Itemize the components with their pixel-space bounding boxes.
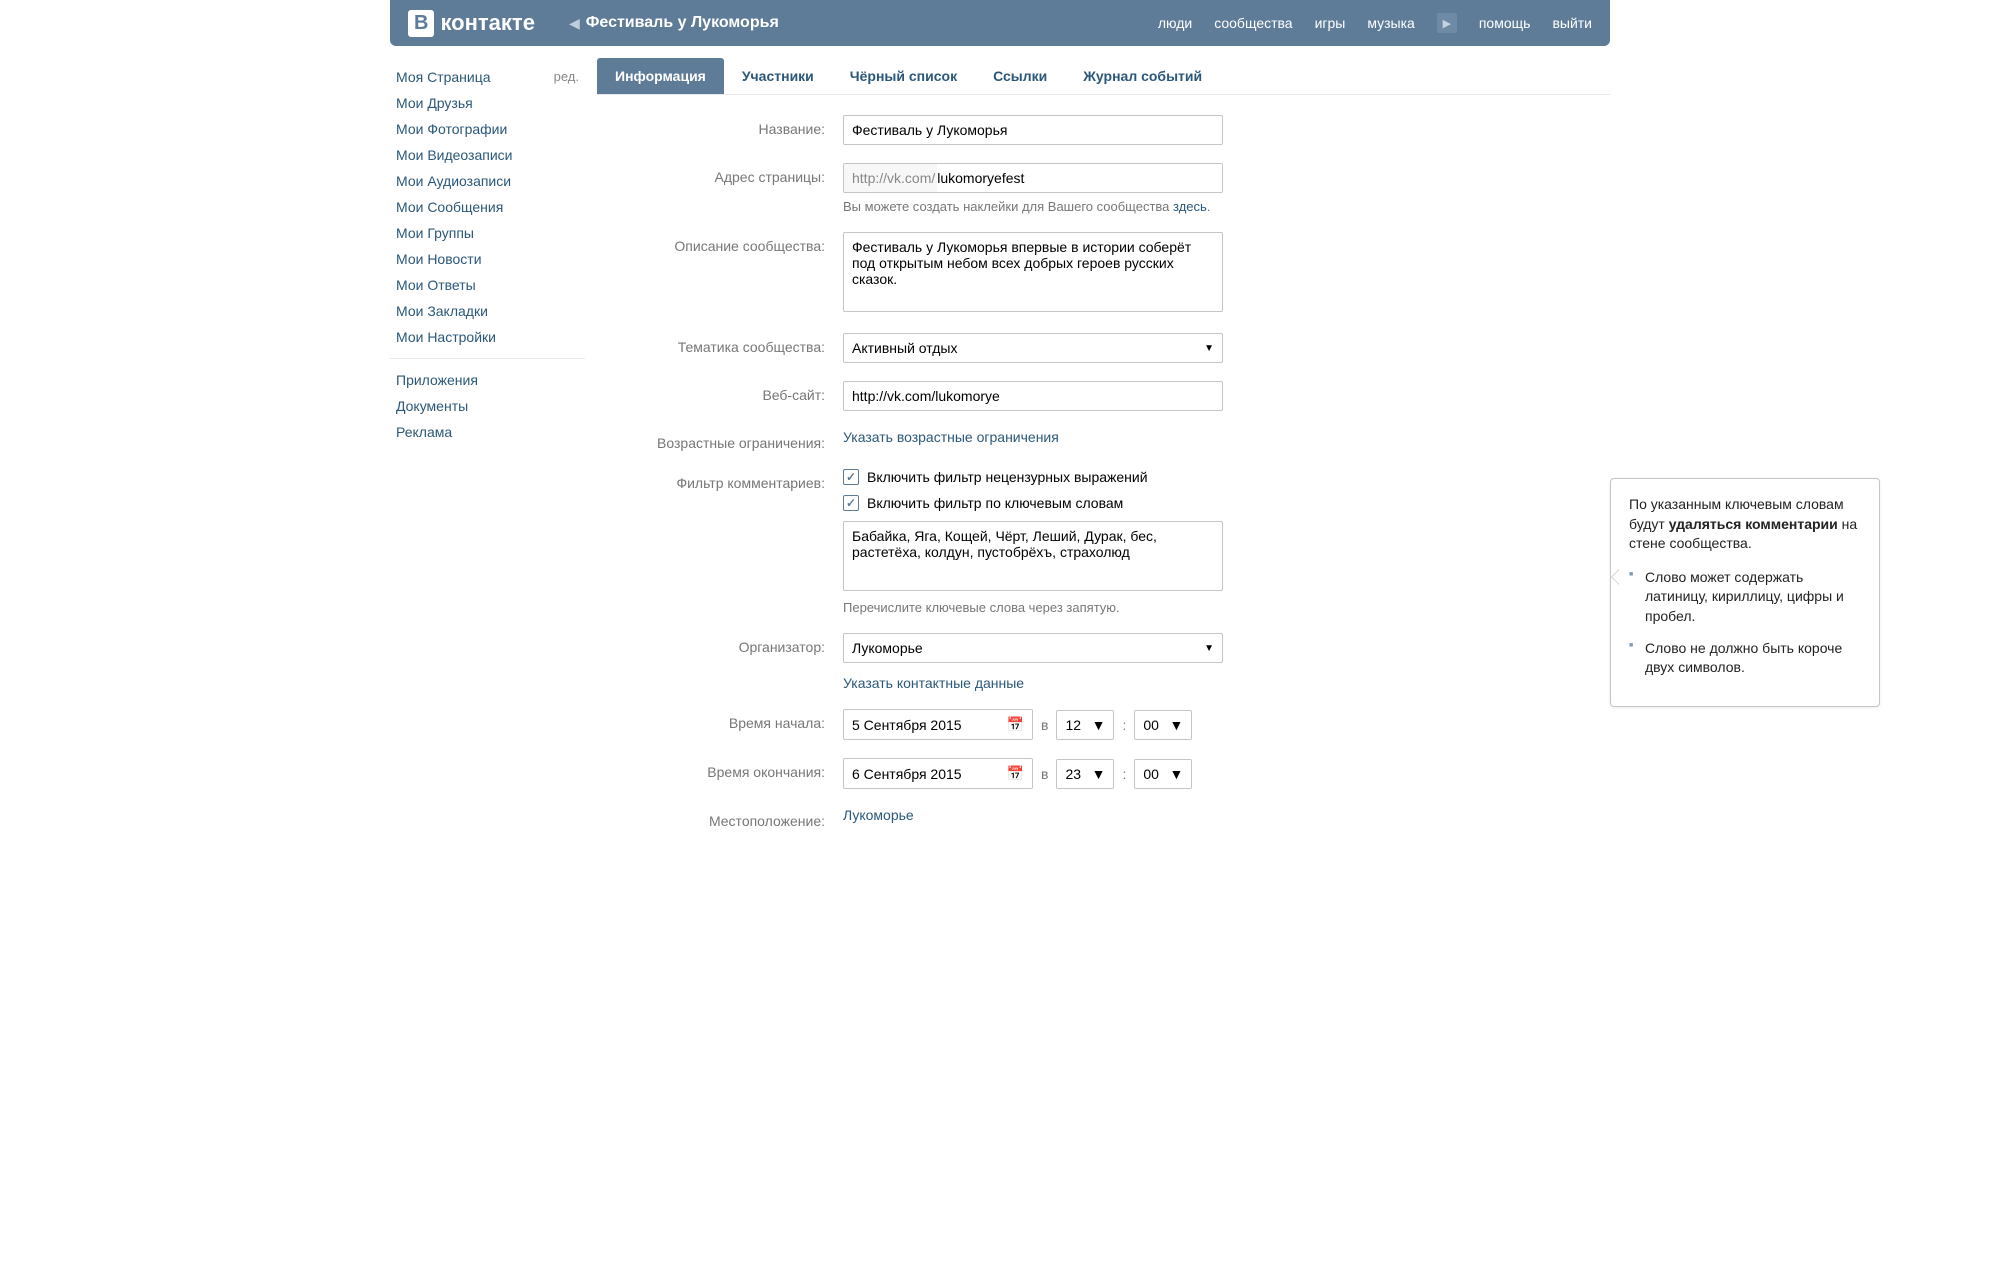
nav-games[interactable]: игры — [1315, 15, 1346, 31]
tab-blacklist[interactable]: Чёрный список — [832, 58, 975, 94]
stickers-link[interactable]: здесь — [1173, 199, 1207, 214]
tab-information[interactable]: Информация — [597, 58, 724, 94]
chevron-down-icon: ▼ — [1204, 643, 1214, 654]
sidebar-item-apps[interactable]: Приложения — [390, 367, 585, 393]
top-header: В контакте ◀ Фестиваль у Лукоморья люди … — [390, 0, 1610, 46]
keywords-tooltip: По указанным ключевым словам будут удаля… — [1610, 478, 1880, 707]
description-textarea[interactable] — [843, 232, 1223, 312]
tab-bar: Информация Участники Чёрный список Ссылк… — [597, 58, 1610, 95]
sidebar-item-ads[interactable]: Реклама — [390, 419, 585, 445]
start-min-select[interactable]: 00▼ — [1134, 710, 1192, 740]
vk-logo-text[interactable]: контакте — [440, 10, 534, 36]
organizer-label: Организатор: — [597, 633, 843, 655]
chevron-down-icon: ▼ — [1169, 717, 1183, 733]
address-input[interactable] — [937, 164, 1222, 192]
nav-communities[interactable]: сообщества — [1214, 15, 1292, 31]
address-prefix: http://vk.com/ — [844, 164, 937, 192]
start-time-label: Время начала: — [597, 709, 843, 731]
sidebar-item-videos[interactable]: Мои Видеозаписи — [390, 142, 585, 168]
header-page-title: Фестиваль у Лукоморья — [586, 14, 1158, 32]
nav-back-arrow-icon[interactable]: ◀ — [569, 15, 580, 32]
address-label: Адрес страницы: — [597, 163, 843, 185]
end-time-label: Время окончания: — [597, 758, 843, 780]
age-restrictions-link[interactable]: Указать возрастные ограничения — [843, 429, 1059, 445]
organizer-select[interactable]: Лукоморье ▼ — [843, 633, 1223, 663]
left-sidebar: Моя Страницаред. Мои Друзья Мои Фотограф… — [390, 58, 585, 867]
chevron-down-icon: ▼ — [1204, 343, 1214, 354]
check-icon: ✓ — [843, 495, 859, 511]
sidebar-item-my-page[interactable]: Моя Страницаред. — [390, 64, 585, 90]
sidebar-separator — [390, 358, 585, 359]
sidebar-item-docs[interactable]: Документы — [390, 393, 585, 419]
check-icon: ✓ — [843, 469, 859, 485]
filter-label: Фильтр комментариев: — [597, 469, 843, 491]
chevron-down-icon: ▼ — [1169, 766, 1183, 782]
main-content: Информация Участники Чёрный список Ссылк… — [597, 58, 1610, 867]
nav-logout[interactable]: выйти — [1552, 15, 1592, 31]
location-label: Местоположение: — [597, 807, 843, 829]
calendar-icon: 📅 — [1007, 716, 1024, 733]
sidebar-item-bookmarks[interactable]: Мои Закладки — [390, 298, 585, 324]
sidebar-item-settings[interactable]: Мои Настройки — [390, 324, 585, 350]
sidebar-item-photos[interactable]: Мои Фотографии — [390, 116, 585, 142]
tab-links[interactable]: Ссылки — [975, 58, 1065, 94]
website-label: Веб-сайт: — [597, 381, 843, 403]
description-label: Описание сообщества: — [597, 232, 843, 254]
keywords-textarea[interactable] — [843, 521, 1223, 591]
name-label: Название: — [597, 115, 843, 137]
sidebar-item-friends[interactable]: Мои Друзья — [390, 90, 585, 116]
nav-help[interactable]: помощь — [1479, 15, 1531, 31]
keywords-hint: Перечислите ключевые слова через запятую… — [843, 600, 1223, 615]
end-date-input[interactable]: 6 Сентября 2015 📅 — [843, 758, 1033, 789]
nav-music[interactable]: музыка — [1367, 15, 1414, 31]
sidebar-item-messages[interactable]: Мои Сообщения — [390, 194, 585, 220]
filter-profanity-checkbox[interactable]: ✓ Включить фильтр нецензурных выражений — [843, 469, 1243, 485]
topic-label: Тематика сообщества: — [597, 333, 843, 355]
contact-data-link[interactable]: Указать контактные данные — [843, 675, 1024, 691]
at-label: в — [1041, 766, 1048, 782]
sidebar-item-audio[interactable]: Мои Аудиозаписи — [390, 168, 585, 194]
end-min-select[interactable]: 00▼ — [1134, 759, 1192, 789]
sidebar-item-news[interactable]: Мои Новости — [390, 246, 585, 272]
sidebar-item-groups[interactable]: Мои Группы — [390, 220, 585, 246]
name-input[interactable] — [843, 115, 1223, 145]
nav-expand-icon[interactable]: ▶ — [1437, 13, 1457, 33]
start-date-input[interactable]: 5 Сентября 2015 📅 — [843, 709, 1033, 740]
vk-logo-icon[interactable]: В — [408, 10, 434, 37]
chevron-down-icon: ▼ — [1092, 766, 1106, 782]
tab-members[interactable]: Участники — [724, 58, 832, 94]
calendar-icon: 📅 — [1007, 765, 1024, 782]
location-link[interactable]: Лукоморье — [843, 807, 914, 823]
sidebar-item-answers[interactable]: Мои Ответы — [390, 272, 585, 298]
at-label: в — [1041, 717, 1048, 733]
filter-keywords-checkbox[interactable]: ✓ Включить фильтр по ключевым словам — [843, 495, 1243, 511]
topic-select[interactable]: Активный отдых ▼ — [843, 333, 1223, 363]
start-hour-select[interactable]: 12▼ — [1056, 710, 1114, 740]
chevron-down-icon: ▼ — [1092, 717, 1106, 733]
nav-people[interactable]: люди — [1158, 15, 1192, 31]
tooltip-rule-2: Слово не должно быть короче двух символо… — [1645, 639, 1861, 678]
end-hour-select[interactable]: 23▼ — [1056, 759, 1114, 789]
tooltip-rule-1: Слово может содержать латиницу, кириллиц… — [1645, 568, 1861, 627]
edit-suffix[interactable]: ред. — [554, 69, 579, 85]
website-input[interactable] — [843, 381, 1223, 411]
address-hint: Вы можете создать наклейки для Вашего со… — [843, 199, 1223, 214]
tab-eventlog[interactable]: Журнал событий — [1065, 58, 1220, 94]
age-label: Возрастные ограничения: — [597, 429, 843, 451]
